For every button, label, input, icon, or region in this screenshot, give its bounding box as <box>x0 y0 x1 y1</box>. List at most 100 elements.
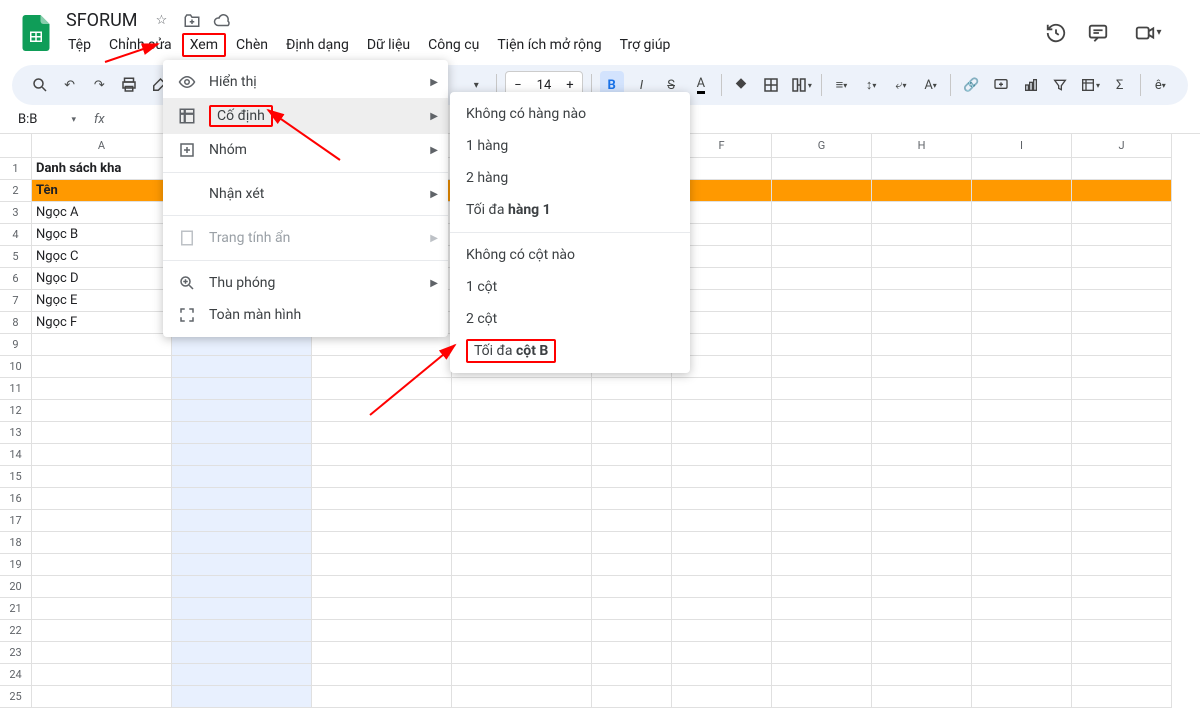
cell[interactable] <box>32 686 172 708</box>
cell[interactable] <box>872 400 972 422</box>
cell[interactable] <box>312 400 452 422</box>
cell[interactable] <box>972 334 1072 356</box>
row-header[interactable]: 17 <box>0 510 31 532</box>
cell[interactable] <box>592 598 672 620</box>
cell[interactable] <box>972 444 1072 466</box>
cell[interactable] <box>312 378 452 400</box>
cell[interactable] <box>592 488 672 510</box>
cell[interactable] <box>312 576 452 598</box>
cell[interactable] <box>592 664 672 686</box>
cell[interactable] <box>452 466 592 488</box>
menu-group[interactable]: Nhóm▶ <box>163 134 448 166</box>
arabic-icon[interactable]: ê▾ <box>1148 71 1172 99</box>
cell[interactable] <box>672 444 772 466</box>
redo-icon[interactable]: ↷ <box>87 71 111 99</box>
menu-edit[interactable]: Chỉnh sửa <box>101 33 180 57</box>
cell[interactable] <box>872 444 972 466</box>
comment-icon[interactable] <box>1086 21 1110 45</box>
cell[interactable] <box>312 334 452 356</box>
cell[interactable] <box>312 532 452 554</box>
cell[interactable] <box>592 466 672 488</box>
insert-comment-icon[interactable] <box>989 71 1013 99</box>
cell[interactable] <box>592 576 672 598</box>
cell[interactable] <box>592 642 672 664</box>
freeze-up-to-col[interactable]: Tối đa cột B <box>450 335 690 367</box>
cell[interactable] <box>672 510 772 532</box>
cell[interactable] <box>592 620 672 642</box>
cell[interactable] <box>32 378 172 400</box>
col-header-j[interactable]: J <box>1072 134 1172 158</box>
cell[interactable] <box>592 378 672 400</box>
cell[interactable] <box>972 554 1072 576</box>
cell[interactable] <box>172 466 312 488</box>
cell[interactable] <box>32 444 172 466</box>
valign-icon[interactable]: ↕▾ <box>859 71 883 99</box>
freeze-no-rows[interactable]: Không có hàng nào <box>450 98 690 130</box>
cell[interactable] <box>172 488 312 510</box>
cell[interactable] <box>32 642 172 664</box>
cell[interactable] <box>452 400 592 422</box>
cell[interactable] <box>32 598 172 620</box>
cell[interactable] <box>972 576 1072 598</box>
cell[interactable] <box>32 334 172 356</box>
cell[interactable] <box>172 664 312 686</box>
row-header[interactable]: 13 <box>0 422 31 444</box>
merge-icon[interactable]: ▾ <box>789 71 813 99</box>
cell[interactable] <box>972 400 1072 422</box>
cell[interactable] <box>672 488 772 510</box>
cell[interactable] <box>32 664 172 686</box>
print-icon[interactable] <box>117 71 141 99</box>
cell[interactable] <box>312 686 452 708</box>
cell[interactable] <box>672 642 772 664</box>
doc-name[interactable]: SFORUM <box>60 8 144 33</box>
row-header[interactable]: 24 <box>0 664 31 686</box>
cell[interactable] <box>172 620 312 642</box>
cell[interactable] <box>972 620 1072 642</box>
row-header[interactable]: 12 <box>0 400 31 422</box>
cell[interactable] <box>972 466 1072 488</box>
freeze-no-cols[interactable]: Không có cột nào <box>450 239 690 271</box>
cell[interactable] <box>972 664 1072 686</box>
row-header[interactable]: 20 <box>0 576 31 598</box>
cell[interactable] <box>452 642 592 664</box>
cell[interactable] <box>1072 664 1172 686</box>
view-menu[interactable]: Hiển thị▶ Cố định▶ Nhóm▶ Nhận xét▶ Trang… <box>163 60 448 337</box>
cell[interactable] <box>672 378 772 400</box>
menu-insert[interactable]: Chèn <box>228 33 276 57</box>
cell[interactable] <box>872 642 972 664</box>
cell[interactable] <box>32 576 172 598</box>
search-icon[interactable] <box>28 71 52 99</box>
cell[interactable] <box>872 576 972 598</box>
menu-extensions[interactable]: Tiện ích mở rộng <box>489 33 609 57</box>
row-header[interactable]: 4 <box>0 224 31 246</box>
cell[interactable] <box>1072 488 1172 510</box>
cell[interactable] <box>972 356 1072 378</box>
cell[interactable] <box>32 466 172 488</box>
cell[interactable] <box>972 422 1072 444</box>
cell[interactable] <box>312 620 452 642</box>
cell[interactable] <box>592 422 672 444</box>
freeze-submenu[interactable]: Không có hàng nào 1 hàng 2 hàng Tối đa h… <box>450 92 690 373</box>
menu-help[interactable]: Trợ giúp <box>612 33 679 57</box>
col-header-a[interactable]: A <box>32 134 172 158</box>
cell[interactable] <box>772 576 872 598</box>
undo-icon[interactable]: ↶ <box>58 71 82 99</box>
cell[interactable] <box>32 422 172 444</box>
cell[interactable] <box>772 334 872 356</box>
cell[interactable] <box>1072 642 1172 664</box>
cell[interactable] <box>772 466 872 488</box>
cell[interactable] <box>1072 400 1172 422</box>
cell[interactable] <box>172 356 312 378</box>
menu-freeze[interactable]: Cố định▶ <box>163 98 448 134</box>
cell[interactable] <box>452 488 592 510</box>
row-header[interactable]: 10 <box>0 356 31 378</box>
col-header-g[interactable]: G <box>772 134 872 158</box>
cell[interactable] <box>872 554 972 576</box>
cell[interactable] <box>1072 378 1172 400</box>
row-header[interactable]: 7 <box>0 290 31 312</box>
filter-icon[interactable] <box>1048 71 1072 99</box>
cell[interactable] <box>32 620 172 642</box>
cell[interactable] <box>972 532 1072 554</box>
cell[interactable] <box>972 686 1072 708</box>
cell[interactable] <box>452 576 592 598</box>
